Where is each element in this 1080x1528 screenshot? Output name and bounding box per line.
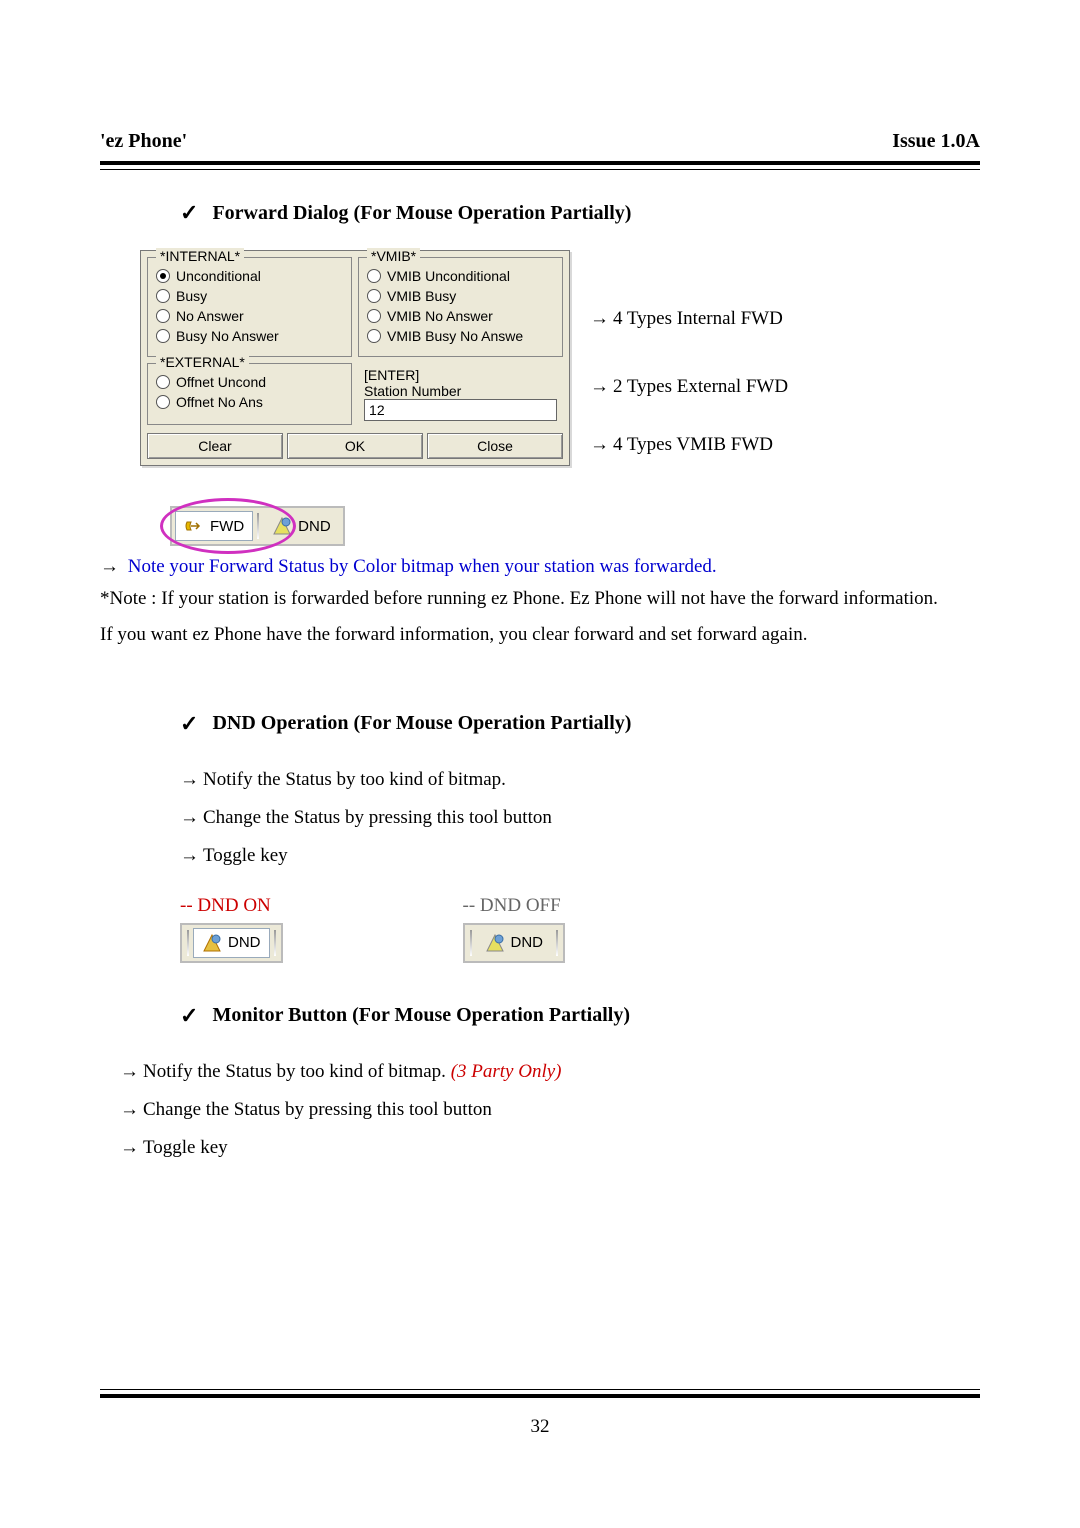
monitor-bullets: Notify the Status by too kind of bitmap.… bbox=[120, 1053, 980, 1167]
radio-busy-no-answer[interactable]: Busy No Answer bbox=[156, 328, 343, 344]
page-number: 32 bbox=[0, 1416, 1080, 1438]
radio-offnet-uncond[interactable]: Offnet Uncond bbox=[156, 374, 343, 390]
fieldset-internal: *INTERNAL* Unconditional Busy No Answer … bbox=[147, 257, 352, 357]
radio-icon bbox=[367, 329, 381, 343]
legend-vmib: *VMIB* bbox=[367, 248, 420, 264]
dnd-off-label: -- DND OFF bbox=[463, 895, 566, 917]
toolbar-divider bbox=[556, 930, 558, 956]
check-icon bbox=[180, 711, 198, 737]
forward-annotations: 4 Types Internal FWD 2 Types External FW… bbox=[590, 250, 788, 464]
section-heading-dnd: DND Operation (For Mouse Operation Parti… bbox=[180, 711, 980, 737]
dnd-off-toolbar: DND bbox=[463, 923, 566, 963]
section-title: Monitor Button (For Mouse Operation Part… bbox=[212, 1004, 630, 1027]
radio-vmib-no-answer[interactable]: VMIB No Answer bbox=[367, 308, 554, 324]
arrow-icon bbox=[120, 1061, 143, 1082]
section-heading-monitor: Monitor Button (For Mouse Operation Part… bbox=[180, 1003, 980, 1029]
legend-external: *EXTERNAL* bbox=[156, 354, 249, 370]
fwd-dnd-toolbar: FWD DND bbox=[170, 506, 345, 546]
section-title: Forward Dialog (For Mouse Operation Part… bbox=[212, 202, 631, 225]
party-only-note: (3 Party Only) bbox=[451, 1061, 562, 1082]
arrow-icon bbox=[590, 308, 613, 329]
arrow-icon bbox=[120, 1099, 143, 1120]
clear-button[interactable]: Clear bbox=[147, 433, 283, 459]
radio-icon bbox=[156, 329, 170, 343]
page-header: 'ez Phone' Issue 1.0A bbox=[100, 130, 980, 153]
note-line-1: *Note : If your station is forwarded bef… bbox=[100, 584, 980, 614]
page: 'ez Phone' Issue 1.0A Forward Dialog (Fo… bbox=[0, 0, 1080, 1528]
close-button[interactable]: Close bbox=[427, 433, 563, 459]
arrow-icon bbox=[120, 1137, 143, 1158]
section-heading-forward: Forward Dialog (For Mouse Operation Part… bbox=[180, 200, 980, 226]
header-rule bbox=[100, 161, 980, 170]
dnd-bell-icon bbox=[485, 933, 505, 953]
toolbar-divider bbox=[187, 930, 189, 956]
note-line-2: If you want ez Phone have the forward in… bbox=[100, 620, 980, 650]
radio-vmib-busy[interactable]: VMIB Busy bbox=[367, 288, 554, 304]
check-icon bbox=[180, 1003, 198, 1029]
arrow-icon bbox=[180, 807, 203, 828]
check-icon bbox=[180, 200, 198, 226]
dnd-label: DND bbox=[511, 934, 544, 951]
dnd-label: DND bbox=[298, 518, 331, 535]
fieldset-vmib: *VMIB* VMIB Unconditional VMIB Busy VMIB… bbox=[358, 257, 563, 357]
blue-note: Note your Forward Status by Color bitmap… bbox=[100, 556, 980, 578]
arrow-icon bbox=[180, 769, 203, 790]
radio-icon bbox=[156, 269, 170, 283]
toolbar-divider bbox=[257, 513, 259, 539]
arrow-icon bbox=[100, 556, 123, 577]
forward-dialog: *INTERNAL* Unconditional Busy No Answer … bbox=[140, 250, 570, 466]
arrow-icon bbox=[180, 845, 203, 866]
enter-group: [ENTER] Station Number 12 bbox=[358, 363, 563, 425]
fieldset-external: *EXTERNAL* Offnet Uncond Offnet No Ans bbox=[147, 363, 352, 425]
fwd-label: FWD bbox=[210, 518, 244, 535]
dnd-bell-icon bbox=[202, 933, 222, 953]
section-title: DND Operation (For Mouse Operation Parti… bbox=[212, 712, 631, 735]
dnd-bell-icon bbox=[272, 516, 292, 536]
toolbar-divider bbox=[470, 930, 472, 956]
toolbar-divider bbox=[274, 930, 276, 956]
footer-rule bbox=[100, 1389, 980, 1398]
dnd-label: DND bbox=[228, 934, 261, 951]
radio-vmib-unconditional[interactable]: VMIB Unconditional bbox=[367, 268, 554, 284]
legend-internal: *INTERNAL* bbox=[156, 248, 244, 264]
toolbar-wrapper: FWD DND bbox=[170, 506, 450, 546]
dnd-on-block: -- DND ON DND bbox=[180, 895, 283, 963]
radio-unconditional[interactable]: Unconditional bbox=[156, 268, 343, 284]
dnd-off-block: -- DND OFF DND bbox=[463, 895, 566, 963]
arrow-icon bbox=[590, 376, 613, 397]
dnd-button[interactable]: DND bbox=[263, 511, 340, 541]
header-right: Issue 1.0A bbox=[892, 130, 980, 153]
arrow-icon bbox=[590, 434, 613, 455]
ok-button[interactable]: OK bbox=[287, 433, 423, 459]
radio-vmib-busy-no-answer[interactable]: VMIB Busy No Answe bbox=[367, 328, 554, 344]
dnd-on-toolbar: DND bbox=[180, 923, 283, 963]
dnd-bullets: Notify the Status by too kind of bitmap.… bbox=[180, 761, 980, 875]
radio-icon bbox=[156, 309, 170, 323]
radio-icon bbox=[156, 395, 170, 409]
header-left: 'ez Phone' bbox=[100, 130, 187, 153]
station-number-label: Station Number bbox=[364, 383, 557, 399]
radio-icon bbox=[367, 289, 381, 303]
dnd-on-button[interactable]: DND bbox=[193, 928, 270, 958]
forward-arrow-icon bbox=[184, 516, 204, 536]
dnd-compare-row: -- DND ON DND -- DND OFF bbox=[180, 895, 980, 963]
enter-label: [ENTER] bbox=[364, 367, 557, 383]
radio-busy[interactable]: Busy bbox=[156, 288, 343, 304]
radio-icon bbox=[156, 289, 170, 303]
dnd-on-label: -- DND ON bbox=[180, 895, 283, 917]
station-number-input[interactable]: 12 bbox=[364, 399, 557, 421]
radio-icon bbox=[156, 375, 170, 389]
radio-icon bbox=[367, 309, 381, 323]
radio-icon bbox=[367, 269, 381, 283]
forward-dialog-row: *INTERNAL* Unconditional Busy No Answer … bbox=[140, 250, 980, 466]
radio-no-answer[interactable]: No Answer bbox=[156, 308, 343, 324]
fwd-button[interactable]: FWD bbox=[175, 511, 253, 541]
radio-offnet-no-ans[interactable]: Offnet No Ans bbox=[156, 394, 343, 410]
dnd-off-button[interactable]: DND bbox=[476, 928, 553, 958]
